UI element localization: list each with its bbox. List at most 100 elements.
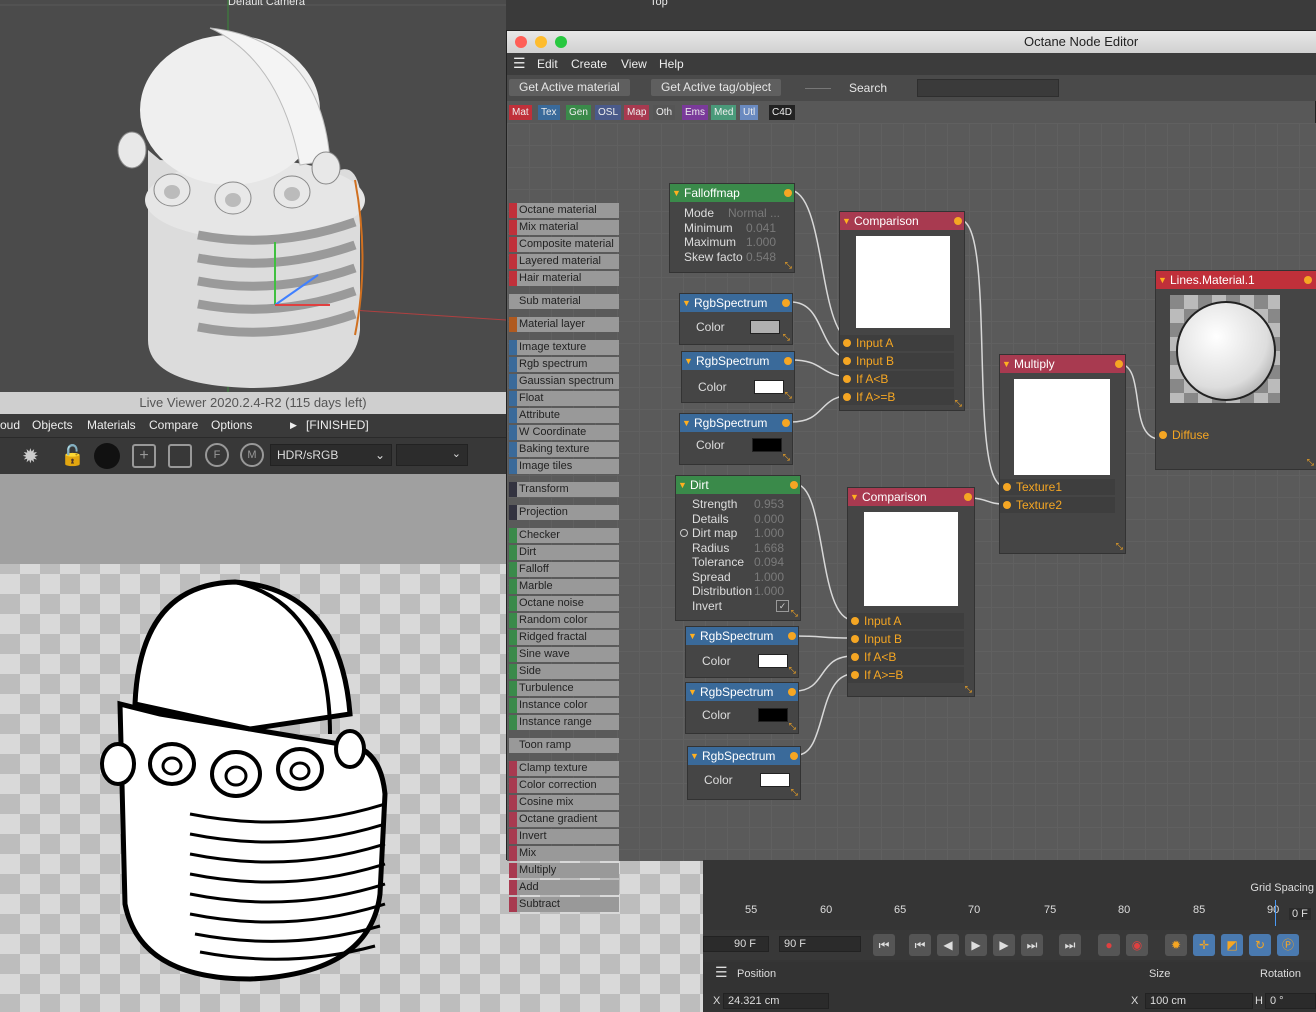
rgbspectrum-node-4[interactable]: RgbSpectrum Color ⤡	[685, 626, 799, 678]
color-swatch[interactable]	[760, 773, 790, 787]
resize-icon[interactable]: ⤡	[785, 261, 792, 270]
material-node[interactable]: Lines.Material.1 Diffuse ⤡	[1155, 270, 1316, 470]
category-mat[interactable]: Mat	[509, 105, 532, 120]
input-pin[interactable]	[843, 375, 851, 383]
category-oth[interactable]: Oth	[653, 105, 676, 120]
param-distribution[interactable]: Distribution 1.000	[678, 584, 800, 599]
dirt-node[interactable]: Dirt Strength0.953 Details0.000 Dirt map…	[675, 475, 801, 621]
output-pin[interactable]	[788, 688, 796, 696]
start-frame-field[interactable]: 90 F	[703, 936, 769, 952]
node-editor-titlebar[interactable]: Octane Node Editor	[507, 31, 1316, 53]
resize-icon[interactable]: ⤡	[789, 666, 796, 675]
go-to-start-icon[interactable]: ⏮	[873, 934, 895, 956]
scale-icon[interactable]: ◩	[1221, 934, 1243, 956]
falloffmap-node[interactable]: Falloffmap ModeNormal ... Minimum0.041 M…	[669, 183, 795, 273]
input-b[interactable]: Input B	[840, 353, 954, 369]
node-canvas[interactable]: Octane material Mix material Composite mat…	[507, 123, 1316, 912]
output-pin[interactable]	[788, 632, 796, 640]
resize-icon[interactable]: ⤡	[789, 722, 796, 731]
output-pin[interactable]	[782, 299, 790, 307]
position-x-field[interactable]: 24.321 cm	[723, 993, 829, 1009]
menu-edit[interactable]: Edit	[537, 57, 558, 71]
input-pin[interactable]	[851, 617, 859, 625]
resize-icon[interactable]: ⤡	[955, 399, 962, 408]
input-pin[interactable]	[843, 339, 851, 347]
gear-icon[interactable]: ✹	[22, 444, 39, 469]
m-icon[interactable]: M	[240, 443, 264, 467]
menu-objects[interactable]: Objects	[32, 418, 73, 432]
param-spread[interactable]: Spread 1.000	[678, 570, 800, 585]
input-pin[interactable]	[843, 357, 851, 365]
category-c4d[interactable]: C4D	[769, 105, 796, 120]
sphere-icon[interactable]	[94, 443, 120, 469]
resize-icon[interactable]: ⤡	[791, 788, 798, 797]
node-list-item[interactable]: Add	[509, 880, 619, 895]
playhead[interactable]	[1275, 900, 1276, 926]
output-pin[interactable]	[782, 419, 790, 427]
output-pin[interactable]	[784, 189, 792, 197]
param-maximum[interactable]: Maximum 1.000	[670, 235, 794, 250]
region-icon[interactable]	[168, 444, 192, 468]
input-pin[interactable]	[851, 653, 859, 661]
menu-compare[interactable]: Compare	[149, 418, 198, 432]
menu-view[interactable]: View	[621, 57, 647, 71]
record-icon[interactable]: ●	[1098, 934, 1120, 956]
color-swatch[interactable]	[758, 708, 788, 722]
timeline-ruler[interactable]: 55 60 65 70 75 80 85 90 0 F	[703, 900, 1316, 926]
rgbspectrum-node-6[interactable]: RgbSpectrum Color ⤡	[687, 746, 801, 800]
hamburger-icon[interactable]: ☰	[513, 55, 526, 72]
get-active-material-button[interactable]: Get Active material	[509, 79, 630, 96]
category-ems[interactable]: Ems	[682, 105, 708, 120]
param-minimum[interactable]: Minimum 0.041	[670, 221, 794, 236]
go-to-end-icon[interactable]: ⏭	[1059, 934, 1081, 956]
add-region-icon[interactable]: +	[132, 444, 156, 468]
top-viewport[interactable]: Top	[640, 0, 1316, 30]
resize-icon[interactable]: ⤡	[965, 685, 972, 694]
rgbspectrum-node-3[interactable]: RgbSpectrum Color ⤡	[679, 413, 793, 465]
next-key-icon[interactable]: ⏭	[1021, 934, 1043, 956]
rgbspectrum-node-5[interactable]: RgbSpectrum Color ⤡	[685, 682, 799, 734]
category-utl[interactable]: Utl	[740, 105, 759, 120]
secondary-select[interactable]: ⌄	[396, 444, 468, 466]
menu-options[interactable]: Options	[211, 418, 252, 432]
play-arrow-icon[interactable]: ▶	[290, 420, 297, 431]
input-b[interactable]: Input B	[848, 631, 964, 647]
menu-create[interactable]: Create	[571, 57, 607, 71]
category-gen[interactable]: Gen	[566, 105, 591, 120]
output-pin[interactable]	[790, 481, 798, 489]
input-if-greater-equal[interactable]: If A>=B	[840, 389, 954, 405]
param-dirt-map[interactable]: Dirt map 1.000	[678, 526, 800, 541]
next-frame-icon[interactable]: ▶	[993, 934, 1015, 956]
input-texture2[interactable]: Texture2	[1000, 497, 1115, 513]
rotate-icon[interactable]: ↻	[1249, 934, 1271, 956]
end-frame-field[interactable]: 90 F	[779, 936, 861, 952]
play-icon[interactable]: ▶	[965, 934, 987, 956]
output-pin[interactable]	[1304, 276, 1312, 284]
f-icon[interactable]: F	[205, 443, 229, 467]
search-input[interactable]	[917, 79, 1059, 97]
close-icon[interactable]	[515, 36, 527, 48]
resize-icon[interactable]: ⤡	[1307, 458, 1314, 467]
output-pin[interactable]	[1115, 360, 1123, 368]
category-med[interactable]: Med	[711, 105, 737, 120]
menu-oud[interactable]: oud	[0, 418, 20, 432]
minimize-icon[interactable]	[535, 36, 547, 48]
menu-icon[interactable]: ☰	[715, 964, 728, 981]
lock-icon[interactable]: 🔓	[60, 443, 85, 468]
keyframe-settings-icon[interactable]: ✹	[1165, 934, 1187, 956]
output-pin[interactable]	[784, 357, 792, 365]
input-diffuse[interactable]: Diffuse	[1156, 427, 1306, 443]
rgbspectrum-node-2[interactable]: RgbSpectrum Color ⤡	[681, 351, 795, 403]
category-osl[interactable]: OSL	[595, 105, 622, 120]
prev-key-icon[interactable]: ⏮	[909, 934, 931, 956]
param-skew[interactable]: Skew facto 0.548	[670, 250, 794, 265]
input-texture1[interactable]: Texture1	[1000, 479, 1115, 495]
autokey-icon[interactable]: ◉	[1126, 934, 1148, 956]
input-pin[interactable]	[1003, 501, 1011, 509]
comparison-node-2[interactable]: Comparison Input A Input B If A<B If A>=…	[847, 487, 975, 697]
resize-icon[interactable]: ⤡	[791, 609, 798, 618]
input-a[interactable]: Input A	[840, 335, 954, 351]
resize-icon[interactable]: ⤡	[1116, 542, 1123, 551]
input-a[interactable]: Input A	[848, 613, 964, 629]
prev-frame-icon[interactable]: ◀	[937, 934, 959, 956]
